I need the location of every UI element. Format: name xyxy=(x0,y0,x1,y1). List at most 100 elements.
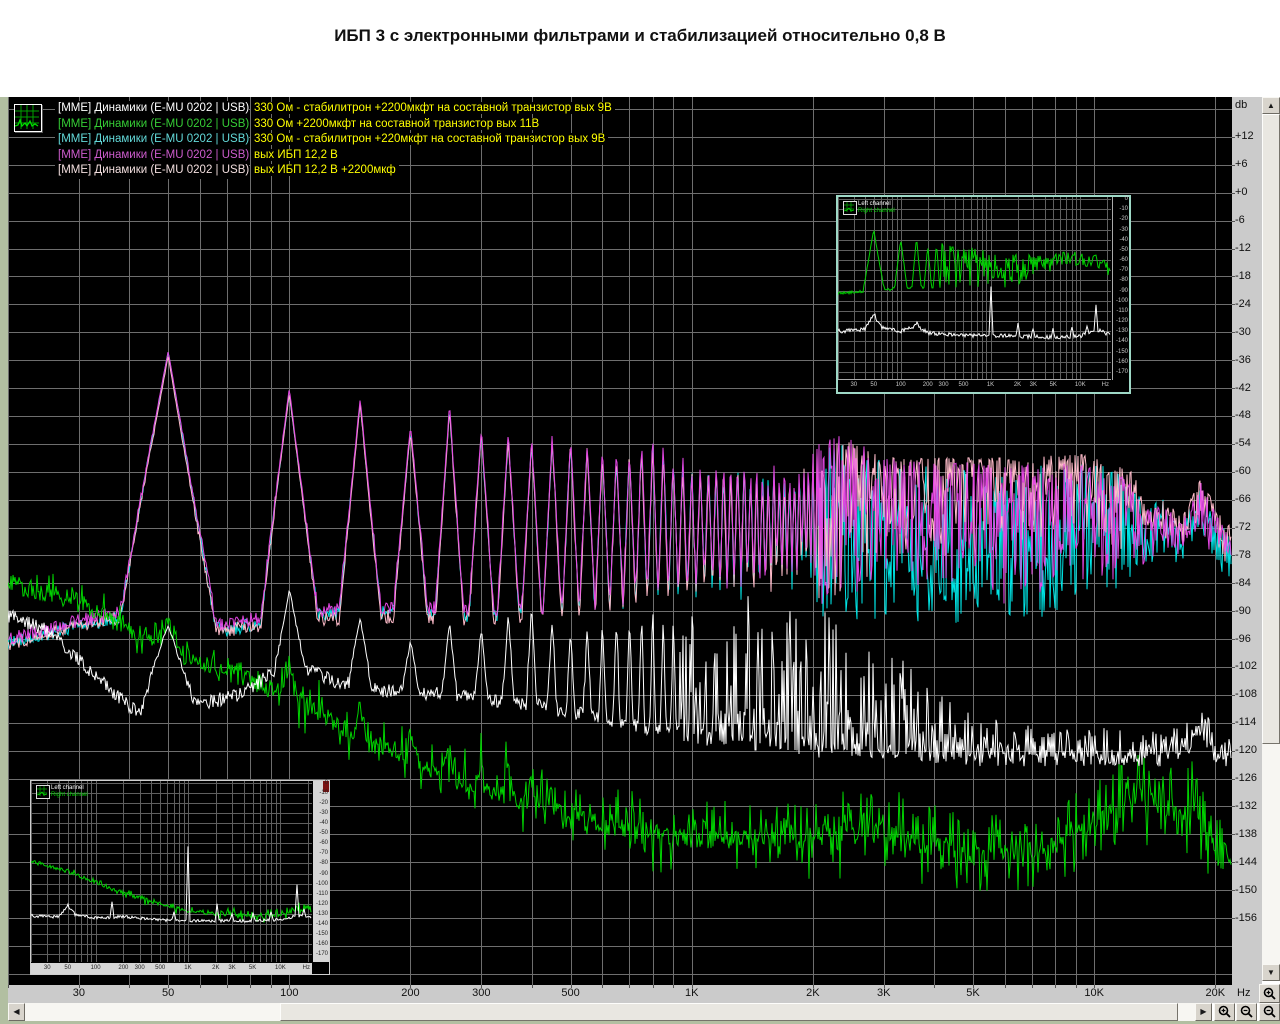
db-unit-label: db xyxy=(1235,99,1248,111)
freq-axis-label: 20K xyxy=(1205,987,1226,999)
legend-row: [MME] Динамики (E-MU 0202 | USB) вых ИБП … xyxy=(55,147,615,164)
inset-screenshot-bottom-left: Left channel Right channel 0 -10 -20 -30 -40… xyxy=(30,780,330,975)
db-axis-label: -12 xyxy=(1235,242,1251,255)
db-axis-label: -30 xyxy=(1235,325,1251,338)
freq-axis-label: 300 xyxy=(472,987,491,999)
db-axis-label: -144 xyxy=(1235,855,1258,868)
hz-unit-label: Hz xyxy=(1232,985,1262,1003)
freq-axis-label: 3K xyxy=(877,987,891,999)
inset-legend-right: Right channel xyxy=(858,208,895,214)
freq-axis-label: 1K xyxy=(685,987,699,999)
freq-axis-label: 30 xyxy=(72,987,85,999)
freq-axis-label: 2K xyxy=(806,987,820,999)
magnifier-plus-icon xyxy=(1263,987,1276,1000)
vertical-scrollbar-thumb[interactable] xyxy=(1262,114,1280,744)
magnifier-plus-icon xyxy=(1218,1005,1231,1018)
arrow-left-icon: ◀ xyxy=(13,1007,20,1016)
mini-spectrum-icon[interactable] xyxy=(14,104,42,132)
mini-spectrum-icon xyxy=(36,785,50,799)
legend-label: вых ИБП 12,2 В +2200мкф xyxy=(251,164,399,177)
legend-label: вых ИБП 12,2 В xyxy=(251,148,341,161)
horizontal-scrollbar-thumb[interactable] xyxy=(280,1003,1178,1021)
db-axis-label: +0 xyxy=(1235,186,1248,199)
db-axis-label: -120 xyxy=(1235,744,1258,757)
db-axis-label: -102 xyxy=(1235,660,1258,673)
legend-channel: [MME] Динамики (E-MU 0202 | USB) xyxy=(55,101,249,117)
freq-axis-label: 200 xyxy=(401,987,420,999)
db-axis-label: -156 xyxy=(1235,911,1258,924)
legend-row: [MME] Динамики (E-MU 0202 | USB) 330 Ом -… xyxy=(55,101,615,117)
db-axis-label: -132 xyxy=(1235,799,1258,812)
db-axis-label: -36 xyxy=(1235,353,1251,366)
db-axis-label: +6 xyxy=(1235,158,1248,171)
page-title: ИБП 3 с электронными фильтрами и стабили… xyxy=(334,26,946,45)
app-window: ИБП 3 с электронными фильтрами и стабили… xyxy=(0,0,1280,1024)
spectrum-plot[interactable]: [MME] Динамики (E-MU 0202 | USB) 330 Ом -… xyxy=(8,97,1232,985)
inset-legend-right: Right channel xyxy=(51,792,88,798)
db-axis-label: -6 xyxy=(1235,214,1245,227)
horizontal-scrollbar[interactable]: ◀ ▶ xyxy=(8,1003,1212,1021)
arrow-down-icon: ▼ xyxy=(1267,967,1275,977)
magnifier-minus-icon xyxy=(1240,1005,1253,1018)
db-axis-label: -96 xyxy=(1235,632,1251,645)
db-axis-label: -18 xyxy=(1235,269,1251,282)
freq-axis-label: 50 xyxy=(162,987,175,999)
legend-row: [MME] Динамики (E-MU 0202 | USB) вых ИБП … xyxy=(55,163,615,179)
vertical-scrollbar[interactable]: ▲ ▼ xyxy=(1262,97,1280,981)
scroll-left-button[interactable]: ◀ xyxy=(8,1003,25,1021)
inset-freq-axis: 30 50 100 200 300 500 1K 2K 3K 5K 10K Hz xyxy=(31,963,312,974)
db-axis-label: -84 xyxy=(1235,576,1251,589)
arrow-right-icon: ▶ xyxy=(1200,1007,1207,1016)
mini-spectrum-icon xyxy=(843,201,857,215)
legend-channel: [MME] Динамики (E-MU 0202 | USB) xyxy=(55,163,249,179)
legend-channel: [MME] Динамики (E-MU 0202 | USB) xyxy=(55,132,249,148)
freq-axis-label: 100 xyxy=(280,987,299,999)
legend-channel: [MME] Динамики (E-MU 0202 | USB) xyxy=(55,116,249,133)
legend-label: 330 Ом +2200мкфт на составной транзистор… xyxy=(251,117,543,130)
magnifier-minus-icon xyxy=(1263,1005,1276,1018)
db-axis-label: -114 xyxy=(1235,716,1257,729)
inset-legend: Left channel Right channel xyxy=(51,785,88,799)
window-left-edge xyxy=(0,97,8,1024)
inset-legend-left: Left channel xyxy=(858,201,891,207)
inset-legend: Left channel Right channel xyxy=(858,201,895,215)
inset-db-axis: 0 -10 -20 -30 -40 -50 -60 -70 -80 -90 -100 -110 -120… xyxy=(313,780,329,962)
db-axis-label: -72 xyxy=(1235,521,1251,534)
db-axis-label: -54 xyxy=(1235,437,1251,450)
db-axis-label: -60 xyxy=(1235,465,1251,478)
scroll-down-button[interactable]: ▼ xyxy=(1262,964,1280,981)
legend-row: [MME] Динамики (E-MU 0202 | USB) 330 Ом -… xyxy=(55,132,615,148)
freq-zoom-out-button[interactable] xyxy=(1236,1003,1257,1021)
db-axis-label: -66 xyxy=(1235,493,1251,506)
legend-row: [MME] Динамики (E-MU 0202 | USB) 330 Ом +… xyxy=(55,116,615,133)
legend-label: 330 Ом - стабилитрон +220мкфт на составн… xyxy=(251,133,609,146)
db-zoom-out-button[interactable] xyxy=(1259,1003,1280,1021)
inset-db-axis: 0 -10 -20 -30 -40 -50 -60 -70 -80 -90 -100 -110 -120… xyxy=(1112,196,1129,380)
legend-channel: [MME] Динамики (E-MU 0202 | USB) xyxy=(55,147,249,164)
db-axis-label: -150 xyxy=(1235,883,1258,896)
scroll-up-button[interactable]: ▲ xyxy=(1262,97,1280,114)
db-axis-label: -138 xyxy=(1235,827,1258,840)
db-axis-label: -24 xyxy=(1235,297,1251,310)
freq-axis-strip: 30 50 100 200 300 500 1K 2K 3K 5K 10K 20K xyxy=(8,985,1232,1003)
db-axis-label: -90 xyxy=(1235,604,1251,617)
scroll-right-button[interactable]: ▶ xyxy=(1195,1003,1212,1021)
db-axis-label: +12 xyxy=(1235,130,1254,143)
inset-legend-left: Left channel xyxy=(51,785,84,791)
db-zoom-in-button[interactable] xyxy=(1259,984,1280,1003)
arrow-up-icon: ▲ xyxy=(1267,100,1275,110)
db-axis-label: -126 xyxy=(1235,772,1258,785)
inset-freq-axis: 30 50 100 200 300 500 1K 2K 3K 5K 10K Hz xyxy=(838,379,1111,392)
db-axis-label: -78 xyxy=(1235,548,1251,561)
freq-axis-label: 5K xyxy=(966,987,980,999)
legend-label: 330 Ом - стабилитрон +2200мкфт на состав… xyxy=(251,102,615,114)
db-axis-label: -42 xyxy=(1235,381,1251,394)
db-axis-strip: db +12 +6 +0 -6 -12 -18 -24 -30 -36 -42 -48 -54 -60 -… xyxy=(1232,97,1262,985)
freq-axis-label: 500 xyxy=(561,987,580,999)
db-axis-label: -108 xyxy=(1235,688,1258,701)
inset-screenshot-top-right: Left channel Right channel 0 -10 -20 -30 -40… xyxy=(836,195,1131,394)
freq-axis-label: 10K xyxy=(1084,987,1104,999)
legend: [MME] Динамики (E-MU 0202 | USB) 330 Ом -… xyxy=(55,101,615,179)
freq-zoom-in-button[interactable] xyxy=(1214,1003,1235,1021)
db-axis-label: -48 xyxy=(1235,409,1251,422)
